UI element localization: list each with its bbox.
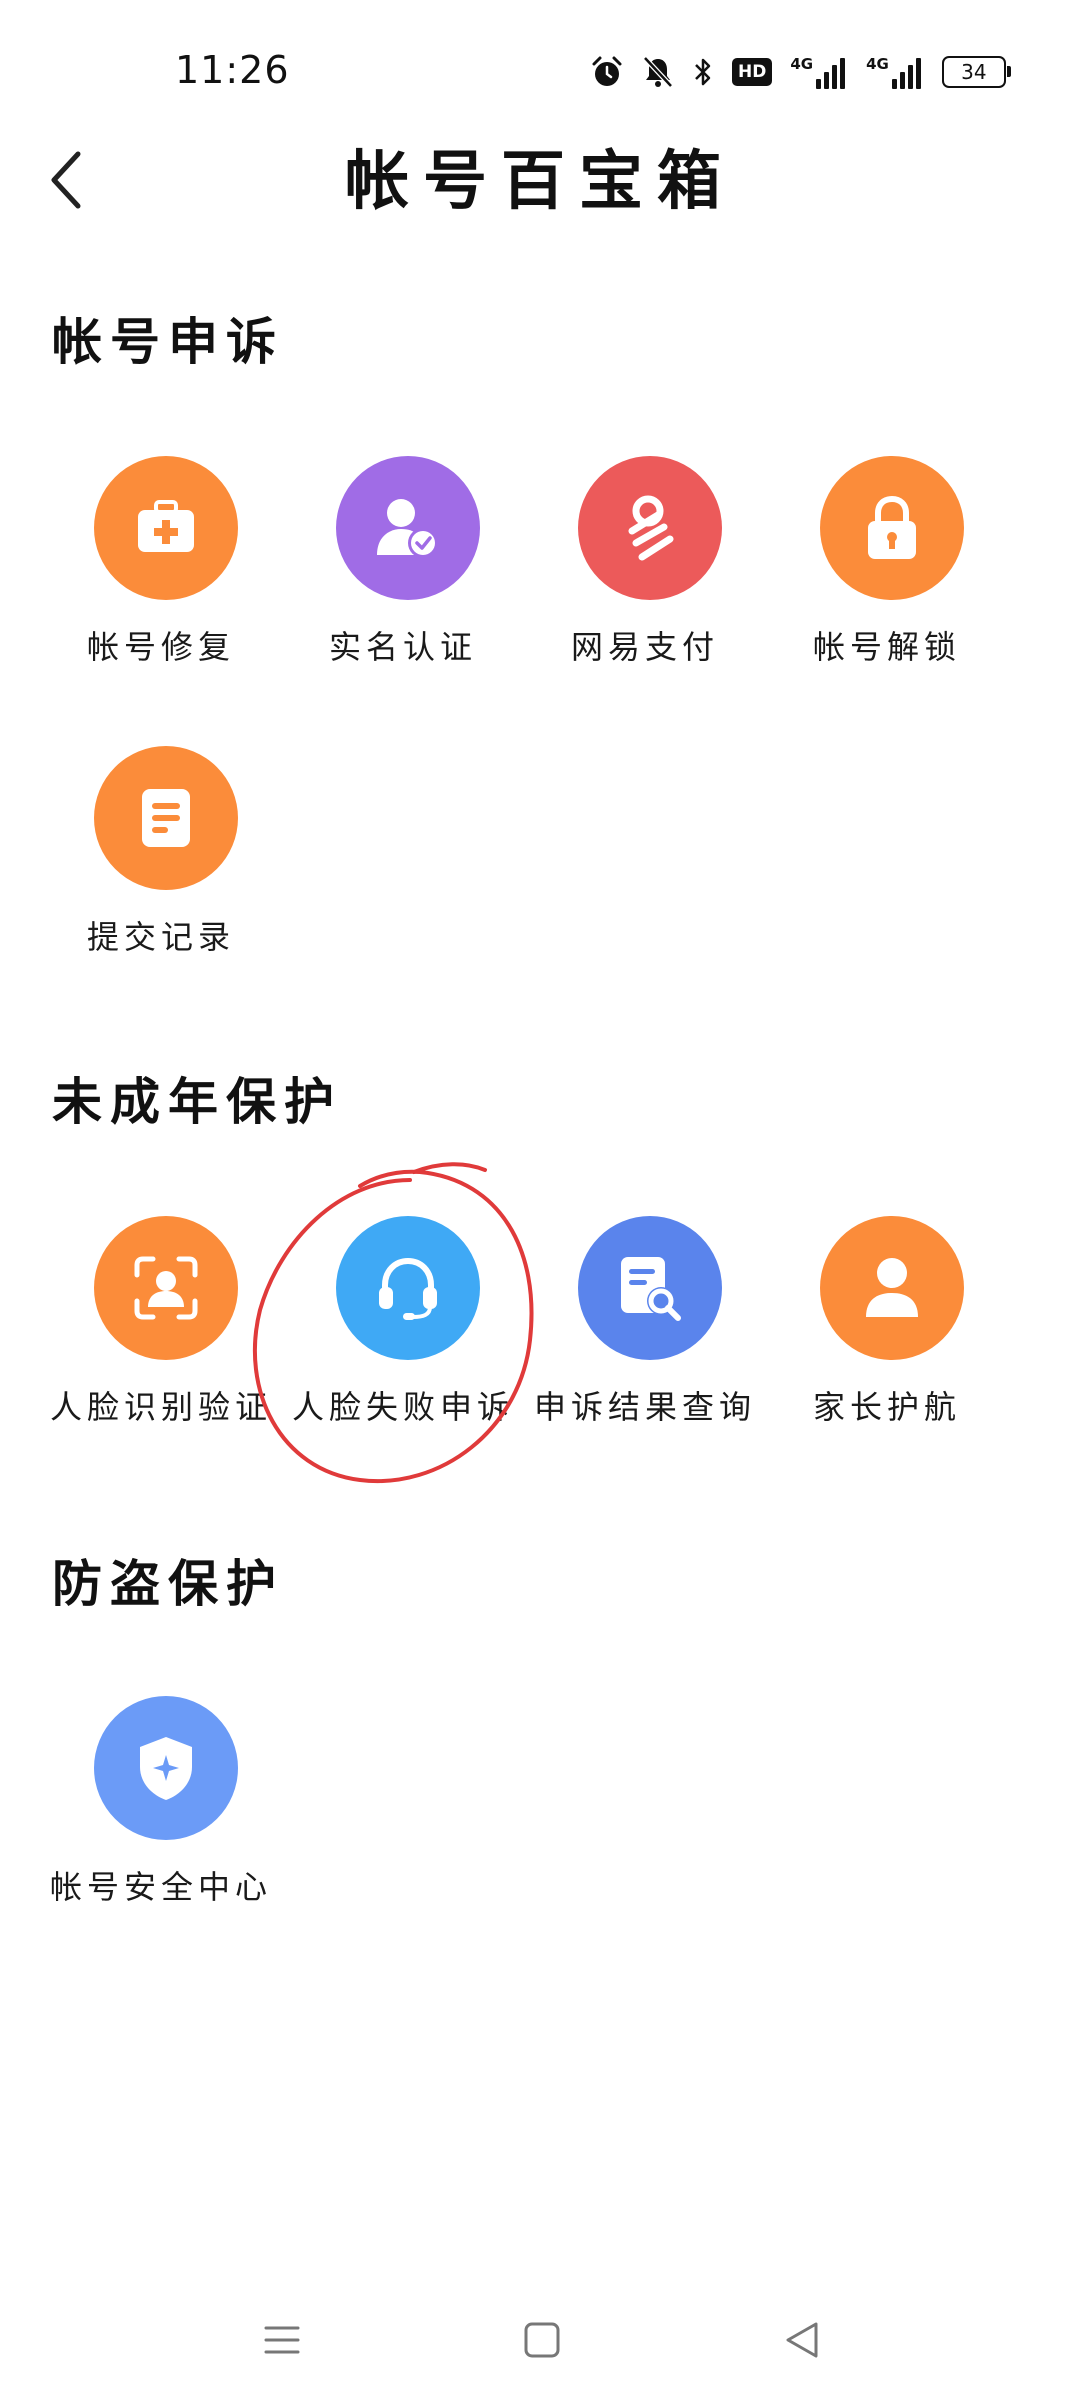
system-navigation-bar xyxy=(0,2280,1080,2400)
status-bar: 11:26 HD 4G 4G 34 xyxy=(0,0,1080,140)
home-nav-button[interactable] xyxy=(502,2300,582,2380)
signal-1-icon: 4G xyxy=(790,55,848,89)
home-square-icon xyxy=(524,2322,560,2358)
back-triangle-icon xyxy=(786,2322,818,2358)
bluetooth-icon xyxy=(692,55,714,89)
alarm-icon xyxy=(590,55,624,89)
item-label: 人脸失败申诉 xyxy=(291,1388,514,1426)
battery-level: 34 xyxy=(961,60,987,84)
item-appeal-result-query[interactable]: 申诉结果查询 xyxy=(530,1216,760,1436)
headset-icon xyxy=(336,1216,480,1360)
signal-2-icon: 4G xyxy=(866,55,924,89)
net-type-label-1: 4G xyxy=(790,55,814,73)
shield-icon xyxy=(94,1696,238,1840)
item-label: 网易支付 xyxy=(570,628,719,666)
item-label: 实名认证 xyxy=(328,628,477,666)
section-title-anti-theft: 防盗保护 xyxy=(52,1555,284,1613)
item-face-failure-appeal[interactable]: 人脸失败申诉 xyxy=(288,1216,518,1436)
face-scan-icon xyxy=(94,1216,238,1360)
section-title-account-appeal: 帐号申诉 xyxy=(52,313,284,371)
section-title-minor-protection: 未成年保护 xyxy=(52,1073,342,1131)
battery-icon: 34 xyxy=(941,56,1011,88)
page-title: 帐号百宝箱 xyxy=(345,145,735,219)
item-account-security-center[interactable]: 帐号安全中心 xyxy=(46,1696,276,1916)
item-label: 申诉结果查询 xyxy=(533,1388,756,1426)
mute-bell-icon xyxy=(642,55,674,89)
item-label: 人脸识别验证 xyxy=(49,1388,272,1426)
item-parent-guard[interactable]: 家长护航 xyxy=(772,1216,1002,1436)
document-icon xyxy=(94,746,238,890)
medical-kit-icon xyxy=(94,456,238,600)
lock-icon xyxy=(820,456,964,600)
parent-user-icon xyxy=(820,1216,964,1360)
document-search-icon xyxy=(578,1216,722,1360)
item-account-repair[interactable]: 帐号修复 xyxy=(46,456,276,676)
menu-nav-button[interactable] xyxy=(242,2300,322,2380)
menu-icon xyxy=(264,2326,300,2354)
back-nav-button[interactable] xyxy=(762,2300,842,2380)
item-label: 帐号解锁 xyxy=(812,628,961,666)
user-verified-icon xyxy=(336,456,480,600)
item-submit-records[interactable]: 提交记录 xyxy=(46,746,276,966)
item-label: 提交记录 xyxy=(86,918,235,956)
item-face-recognition[interactable]: 人脸识别验证 xyxy=(46,1216,276,1436)
net-type-label-2: 4G xyxy=(866,55,889,73)
status-time: 11:26 xyxy=(175,48,290,92)
item-label: 帐号安全中心 xyxy=(49,1868,272,1906)
item-real-name-auth[interactable]: 实名认证 xyxy=(288,456,518,676)
hd-badge: HD xyxy=(732,58,773,86)
item-netease-pay[interactable]: 网易支付 xyxy=(530,456,760,676)
item-account-unlock[interactable]: 帐号解锁 xyxy=(772,456,1002,676)
item-label: 家长护航 xyxy=(812,1388,961,1426)
item-label: 帐号修复 xyxy=(86,628,235,666)
status-icons: HD 4G 4G 34 xyxy=(590,52,1011,92)
netease-pay-icon xyxy=(578,456,722,600)
